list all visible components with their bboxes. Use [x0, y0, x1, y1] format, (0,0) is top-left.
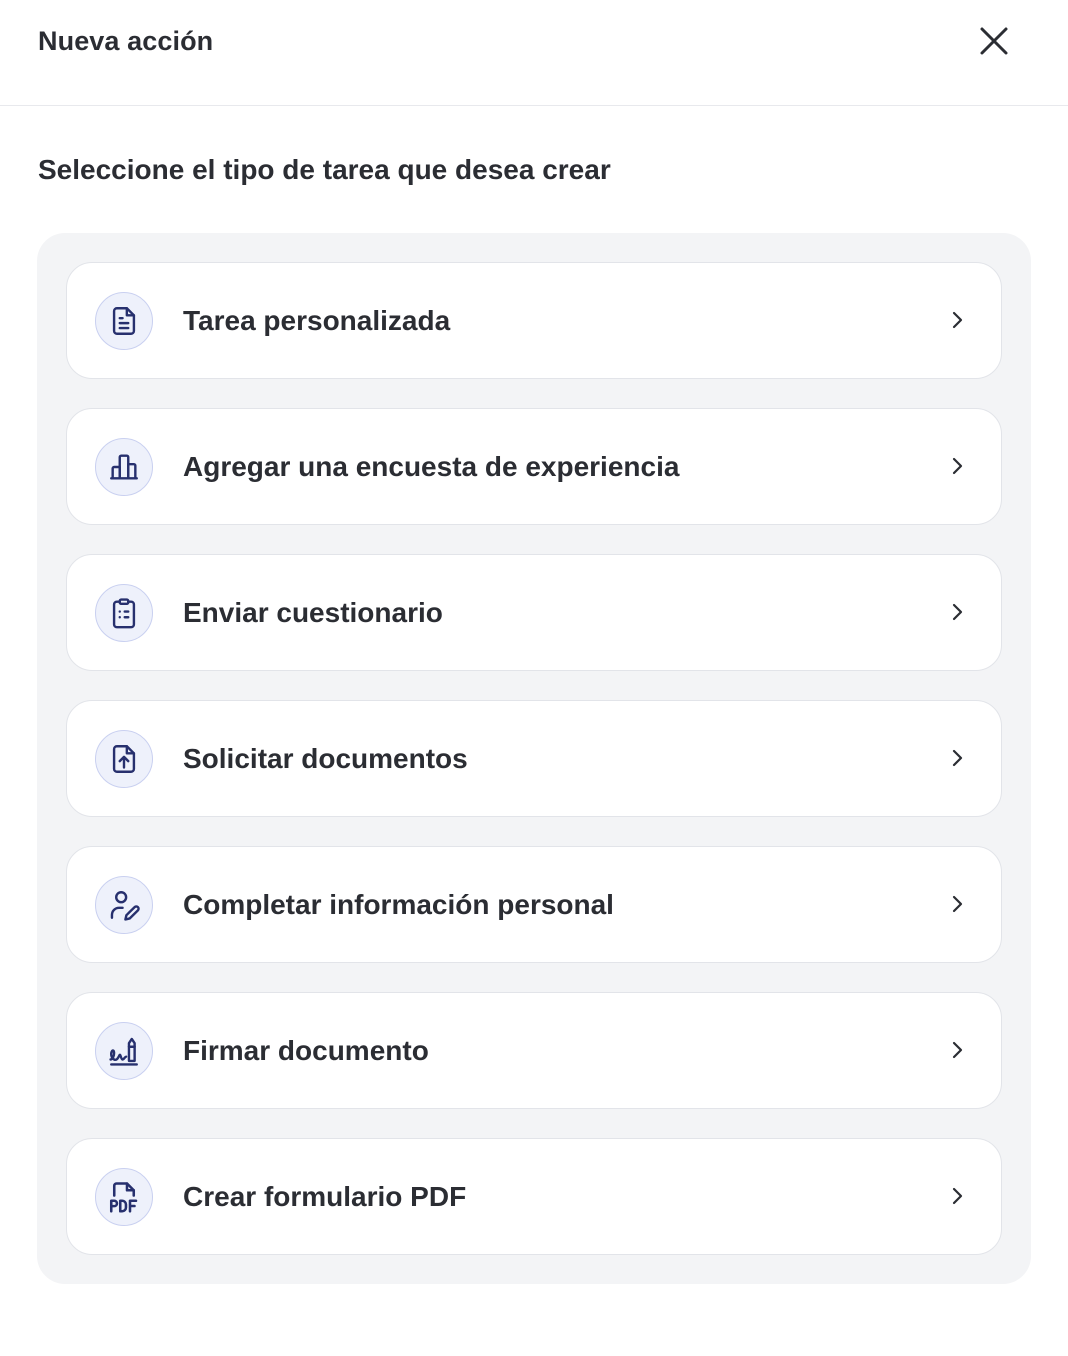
chevron-right-icon [952, 749, 963, 767]
option-label: Agregar una encuesta de experiencia [183, 451, 680, 482]
chevron-right-icon [952, 603, 963, 621]
chevron-right-icon [952, 457, 963, 475]
modal-title: Nueva acción [38, 26, 214, 56]
option-send-questionnaire[interactable]: Enviar cuestionario [66, 554, 1002, 671]
option-request-documents[interactable]: Solicitar documentos [66, 700, 1002, 817]
option-icon-circle [95, 1022, 153, 1080]
close-icon [980, 27, 1008, 55]
option-create-pdf-form[interactable]: Crear formulario PDF [66, 1138, 1002, 1255]
option-icon-circle [95, 730, 153, 788]
close-button[interactable] [970, 17, 1018, 65]
option-complete-personal-info[interactable]: Completar información personal [66, 846, 1002, 963]
signature-icon [109, 1037, 138, 1066]
option-icon-circle [95, 438, 153, 496]
option-icon-circle [95, 876, 153, 934]
document-icon [112, 307, 136, 335]
option-experience-survey[interactable]: Agregar una encuesta de experiencia [66, 408, 1002, 525]
file-upload-icon [112, 745, 136, 773]
chevron-right-icon [952, 1187, 963, 1205]
option-sign-document[interactable]: Firmar documento [66, 992, 1002, 1109]
option-icon-circle [95, 292, 153, 350]
options-panel: Tarea personalizada Agregar una encuesta… [37, 233, 1031, 1284]
option-icon-circle [95, 1168, 153, 1226]
bar-chart-icon [110, 454, 138, 480]
user-edit-icon [110, 891, 140, 921]
option-label: Completar información personal [183, 889, 614, 920]
option-label: Firmar documento [183, 1035, 429, 1066]
option-label: Crear formulario PDF [183, 1181, 467, 1212]
pdf-file-icon [109, 1182, 138, 1213]
clipboard-list-icon [112, 598, 136, 629]
modal-header: Nueva acción [0, 0, 1068, 106]
new-action-modal: Nueva acción Seleccione el tipo de tarea… [0, 0, 1068, 1356]
option-icon-circle [95, 584, 153, 642]
option-label: Solicitar documentos [183, 743, 468, 774]
chevron-right-icon [952, 895, 963, 913]
chevron-right-icon [952, 311, 963, 329]
chevron-right-icon [952, 1041, 963, 1059]
option-label: Enviar cuestionario [183, 597, 443, 628]
option-label: Tarea personalizada [183, 305, 451, 336]
section-subtitle: Seleccione el tipo de tarea que desea cr… [38, 154, 611, 185]
option-custom-task[interactable]: Tarea personalizada [66, 262, 1002, 379]
